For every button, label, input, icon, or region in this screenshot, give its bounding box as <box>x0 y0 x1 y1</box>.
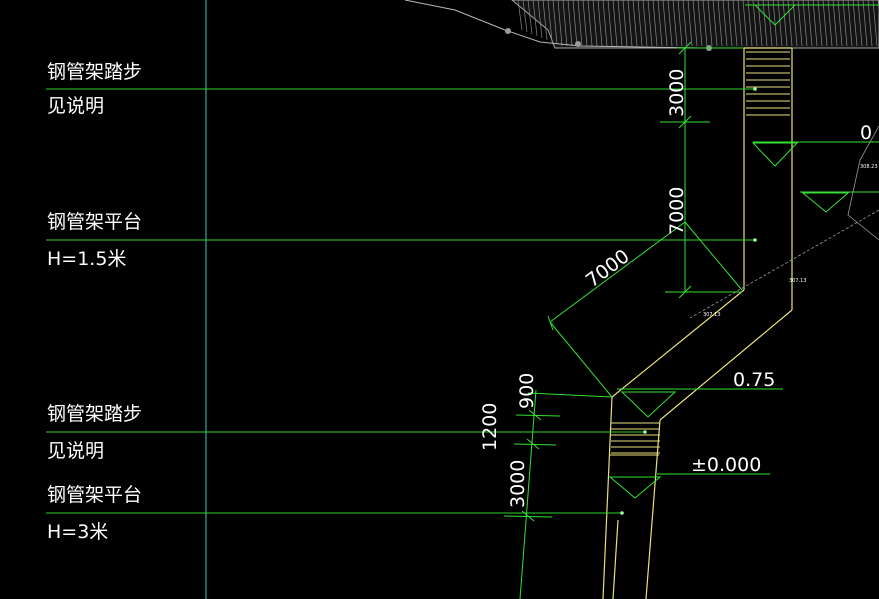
dimension-lines <box>503 41 879 599</box>
leader-dots <box>620 87 757 515</box>
elev-triangle-right <box>751 142 799 167</box>
elev-triangle-mid <box>620 391 677 418</box>
walkway-edge-diag-right <box>659 309 793 421</box>
dim-ext-lower <box>527 392 613 398</box>
dim-tick <box>547 315 554 331</box>
terrain-hatch <box>404 0 879 51</box>
lower-step-note: 见说明 <box>47 440 104 462</box>
terrain-right <box>689 125 879 319</box>
survey-marker <box>575 41 581 47</box>
stair-walkway <box>602 47 793 599</box>
dim-label-lower-step-total: 1200 <box>479 403 501 451</box>
terrain-line <box>689 209 879 319</box>
dim-ext-diag <box>684 221 743 291</box>
upper-step-title: 钢管架踏步 <box>47 61 142 83</box>
leader-dot <box>753 238 757 242</box>
elevation-base: ±0.000 <box>691 454 761 476</box>
lower-step-treads <box>610 422 660 456</box>
leader-dot <box>753 87 757 91</box>
upper-platform-height: H=1.5米 <box>47 248 126 270</box>
upper-step-note: 见说明 <box>47 95 104 117</box>
leader-dot <box>643 430 647 434</box>
elev-triangle-right2 <box>801 192 850 213</box>
elevation-top-right: 0 <box>860 122 872 144</box>
lower-platform-title: 钢管架平台 <box>47 484 142 506</box>
cad-drawing-canvas: 钢管架踏步 见说明 钢管架平台 H=1.5米 钢管架踏步 见说明 钢管架平台 H… <box>46 0 879 599</box>
dim-label-upper-step-run: 3000 <box>666 69 688 117</box>
survey-point-label: 308.23 <box>860 164 878 170</box>
dim-ext-lower <box>515 414 561 417</box>
dim-ext-lower <box>513 443 557 446</box>
survey-point-label: 307.13 <box>789 278 807 284</box>
leader-lines <box>46 88 755 514</box>
survey-marker <box>505 28 511 34</box>
upper-platform-title: 钢管架平台 <box>47 211 142 233</box>
elevation-mid-landing: 0.75 <box>733 369 775 391</box>
leader-dot <box>620 511 624 515</box>
upper-step-treads <box>746 51 790 116</box>
dim-ext-diag <box>549 321 613 398</box>
dim-label-lower-step-a: 900 <box>516 373 538 409</box>
elev-triangle-base <box>608 476 662 499</box>
dim-label-vertical-run: 7000 <box>666 187 688 235</box>
grid-lines <box>205 0 687 599</box>
lower-step-title: 钢管架踏步 <box>47 403 142 425</box>
dim-label-lower-platform-run: 3000 <box>507 460 529 508</box>
lower-platform-height: H=3米 <box>47 521 108 543</box>
survey-point-label: 307.13 <box>703 312 721 318</box>
dim-label-diagonal-run: 7000 <box>582 245 634 292</box>
walkway-edge-diag-left <box>611 289 745 398</box>
walkway-edge-inner-lower <box>612 519 619 599</box>
walkway-edge-left-lower <box>602 396 613 599</box>
